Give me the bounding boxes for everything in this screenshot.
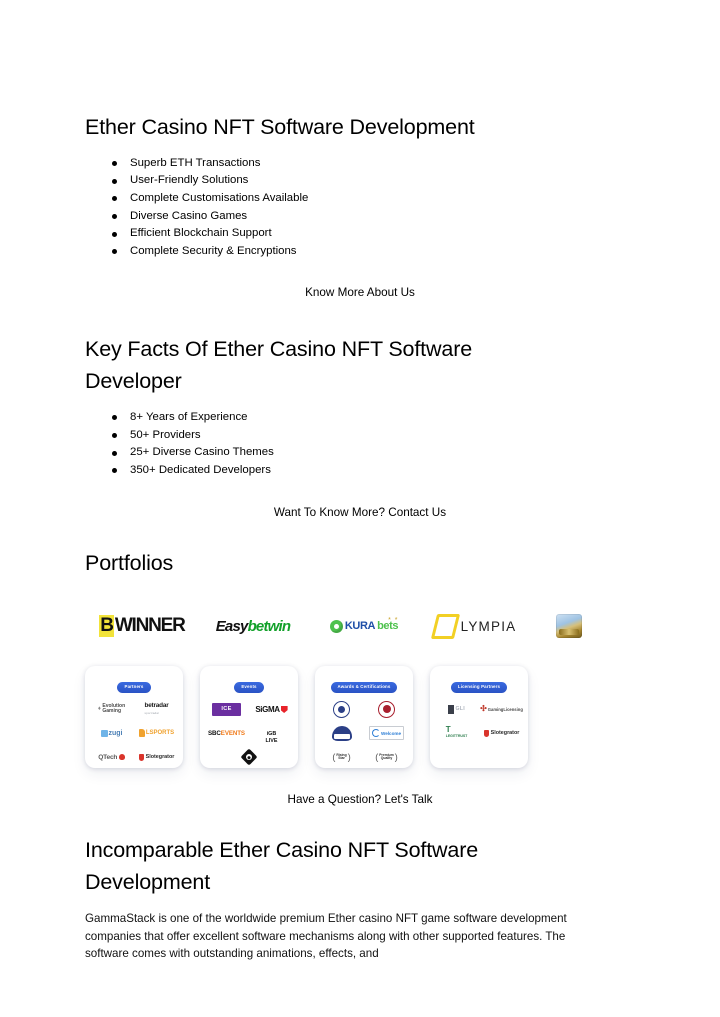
logo-sbc-events: SBCEVENTS	[208, 729, 245, 737]
portfolio-card-partners[interactable]: Partners ♦ Evolution Gaming betradar sportr…	[85, 666, 183, 769]
logo-igb-live: iGB LIVE	[265, 730, 278, 743]
section-heading-incomparable: Incomparable Ether Casino NFT Software D…	[85, 838, 479, 894]
list-item: Efficient Blockchain Support	[85, 225, 635, 243]
logo-casino-emblem[interactable]	[539, 608, 599, 644]
card-badge-events: Events	[234, 682, 264, 693]
document-content: Ether Casino NFT Software Development Su…	[85, 112, 635, 975]
portfolio-card-awards[interactable]: Awards & Certifications Welcome (Rising…	[315, 666, 413, 769]
seal-certification	[320, 700, 363, 719]
card-badge-licensing: Licensing Partners	[450, 682, 508, 693]
easybetwin-betwin: betwin	[247, 617, 291, 635]
list-item: Complete Customisations Available	[85, 190, 635, 208]
list-item: 8+ Years of Experience	[85, 409, 635, 427]
feature-list-key-facts: 8+ Years of Experience 50+ Providers 25+…	[85, 409, 635, 479]
body-paragraph-incomparable: GammaStack is one of the worldwide premi…	[85, 911, 567, 961]
logo-slotegrator: Slotegrator	[135, 748, 178, 767]
document-page: Ether Casino NFT Software Development Su…	[0, 0, 720, 1017]
card-badge-partners: Partners	[117, 682, 151, 693]
feature-list-ether-casino: Superb ETH Transactions User-Friendly So…	[85, 155, 635, 261]
bwinner-wordmark: WINNER	[114, 615, 186, 637]
logo-lsports: LSPORTS	[135, 724, 178, 743]
soccer-ball-icon	[329, 619, 343, 633]
logo-gli: GLI	[435, 700, 478, 719]
logo-welcome-certificate: Welcome	[365, 724, 408, 743]
logo-betradar: betradar sportradar	[144, 702, 169, 716]
portfolio-card-events[interactable]: Events ICE SiGMA SBCEVENTS iGB LIVE	[200, 666, 298, 769]
portfolio-card-licensing[interactable]: Licensing Partners GLI ✣ GamingLicensing …	[430, 666, 528, 769]
seal-award	[365, 700, 408, 719]
logo-gaming-licensing: ✣ GamingLicensing	[480, 704, 523, 714]
casino-emblem-icon	[556, 614, 582, 639]
award-rising-star: (Rising Star)	[332, 751, 351, 762]
card-logo-grid: ICE SiGMA SBCEVENTS iGB LIVE	[200, 700, 298, 767]
cta-want-to-know-more[interactable]: Want To Know More? Contact Us	[85, 505, 635, 521]
logo-qtech: QTech	[90, 748, 133, 767]
card-badge-awards: Awards & Certifications	[330, 682, 398, 693]
portfolio-card-row: Partners ♦ Evolution Gaming betradar sportr…	[85, 666, 635, 769]
portfolio-logo-strip: B WINNER Easybetwin KURA bets * * LYMPIA	[85, 608, 635, 644]
cta-have-a-question[interactable]: Have a Question? Let's Talk	[85, 792, 635, 808]
cta-know-more-about-us[interactable]: Know More About Us	[85, 285, 635, 301]
list-item: Diverse Casino Games	[85, 208, 635, 226]
logo-zugi: zugi	[90, 724, 133, 743]
logo-itech-labs	[320, 724, 363, 743]
list-item: Superb ETH Transactions	[85, 155, 635, 173]
diamond-icon	[240, 748, 258, 766]
logo-evolution-gaming: ♦ Evolution Gaming	[97, 702, 126, 715]
logo-diamond-event	[205, 748, 293, 767]
logo-slotegrator-licensing: Slotegrator	[480, 724, 523, 743]
easybetwin-easy: Easy	[215, 617, 249, 635]
logo-kurabets[interactable]: KURA bets * *	[317, 608, 413, 644]
list-item: 25+ Diverse Casino Themes	[85, 444, 635, 462]
logo-lympia[interactable]: LYMPIA	[425, 608, 525, 644]
section-heading-portfolios: Portfolios	[85, 551, 174, 576]
list-item: Complete Security & Encryptions	[85, 243, 635, 261]
logo-sigma: SiGMA	[250, 700, 293, 719]
list-item: User-Friendly Solutions	[85, 172, 635, 190]
section-heading-key-facts: Key Facts Of Ether Casino NFT Software D…	[85, 337, 473, 394]
kurabets-kura: KURA	[344, 620, 376, 633]
card-logo-grid: Welcome (Rising Star) (Premium Quality)	[315, 700, 413, 767]
list-item: 50+ Providers	[85, 427, 635, 445]
logo-bwinner[interactable]: B WINNER	[91, 608, 193, 644]
award-premium-quality: (Premium Quality)	[375, 751, 398, 762]
parallelogram-icon	[430, 613, 460, 639]
card-logo-grid: GLI ✣ GamingLicensing LEGITTRUST Slotegra…	[430, 700, 528, 743]
lympia-wordmark: LYMPIA	[460, 618, 517, 634]
bwinner-b-mark: B	[99, 615, 114, 638]
list-item: 350+ Dedicated Developers	[85, 462, 635, 480]
card-logo-grid: ♦ Evolution Gaming betradar sportradar zugi…	[85, 700, 183, 767]
logo-easybetwin[interactable]: Easybetwin	[203, 608, 303, 644]
logo-legittrust: LEGITTRUST	[445, 734, 468, 739]
section-heading-ether-casino: Ether Casino NFT Software Development	[85, 115, 475, 139]
logo-ice: ICE	[205, 700, 248, 719]
